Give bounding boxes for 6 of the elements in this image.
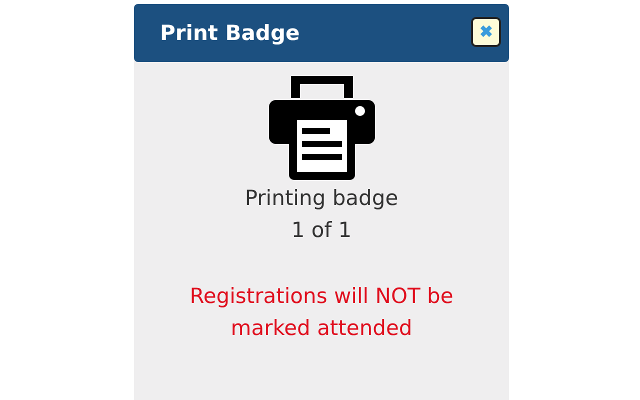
status-text: 1 of 1 [291, 217, 352, 244]
status-text: Printing badge [244, 185, 398, 212]
dialog-title: Print Badge [160, 21, 300, 45]
printer-icon [268, 74, 374, 180]
close-button[interactable]: ✖ [471, 17, 501, 47]
warning-text: Registrations will NOT be marked attended [188, 283, 454, 342]
